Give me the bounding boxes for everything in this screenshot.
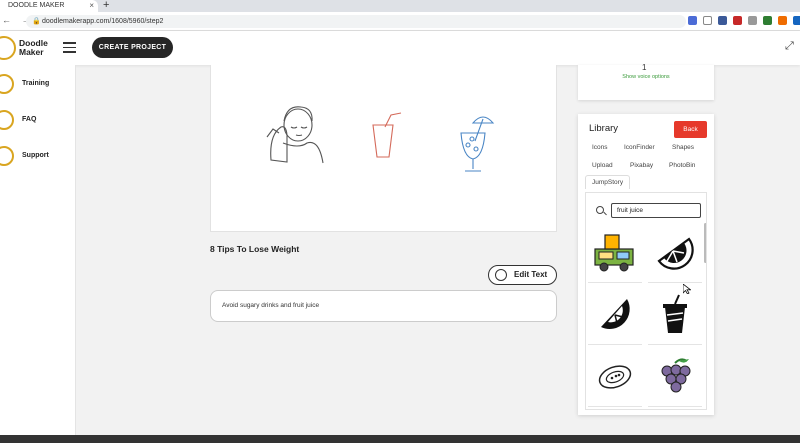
extension-blue-icon[interactable] [793, 16, 800, 25]
library-title: Library [589, 123, 619, 134]
boy-thinking-icon [266, 106, 324, 164]
new-tab-button[interactable]: + [103, 0, 109, 11]
sidebar-item-support[interactable]: Support [0, 146, 76, 168]
lock-icon: 🔒 [32, 18, 41, 25]
tab-close-icon[interactable]: × [89, 0, 94, 12]
result-juice-cup[interactable] [648, 285, 702, 345]
logo-line-2: Maker [19, 47, 44, 57]
show-voice-options-link[interactable]: Show voice options [578, 74, 714, 80]
sidebar-item-training[interactable]: Training [0, 74, 76, 96]
create-project-button[interactable]: CREATE PROJECT [92, 37, 173, 58]
orange-slice-icon [657, 237, 694, 270]
scene-title: 8 Tips To Lose Weight [210, 244, 300, 254]
extension-icons [688, 16, 800, 25]
scene-text-field[interactable]: Avoid sugary drinks and fruit juice [210, 290, 557, 322]
scene-canvas[interactable] [210, 65, 557, 232]
tab-pixabay[interactable]: Pixabay [630, 162, 653, 169]
tab-iconfinder[interactable]: IconFinder [624, 144, 655, 151]
star-icon[interactable] [703, 16, 712, 25]
juice-glass-icon [372, 112, 402, 158]
result-orange-slice[interactable] [648, 223, 702, 283]
results-scrollbar[interactable] [704, 223, 706, 263]
extension-gray-icon[interactable] [748, 16, 757, 25]
edit-text-label: Edit Text [514, 270, 548, 279]
logo[interactable]: Doodle Maker [19, 39, 48, 57]
edit-icon [495, 269, 507, 281]
result-orange-slice-black[interactable] [588, 285, 642, 345]
browser-tabbar: DOODLE MAKER × + [0, 0, 800, 12]
fullscreen-icon[interactable]: ⤢ [785, 40, 797, 52]
sidebar-item-label: FAQ [22, 116, 37, 123]
mouse-cursor-icon [683, 284, 691, 294]
sidebar-item-label: Support [22, 152, 49, 159]
result-papaya[interactable] [588, 347, 642, 407]
facebook-icon[interactable] [718, 16, 727, 25]
tab-upload[interactable]: Upload [592, 162, 613, 169]
extension-green-icon[interactable] [763, 16, 772, 25]
sidebar-item-label: Training [22, 80, 50, 87]
taskbar [0, 435, 800, 443]
library-panel: Library Back Icons IconFinder Shapes Upl… [578, 114, 714, 415]
food-truck-icon [594, 234, 634, 272]
tab-jumpstory[interactable]: JumpStory [585, 175, 631, 189]
cocktail-icon [460, 116, 495, 172]
voice-number: 1 [642, 63, 647, 72]
library-search-input[interactable] [611, 203, 701, 218]
tab-icons[interactable]: Icons [592, 144, 608, 151]
library-results [585, 192, 707, 410]
translate-icon[interactable] [688, 16, 697, 25]
url-field[interactable]: 🔒 doodlemakerapp.com/1608/5960/step2 [26, 15, 686, 28]
training-icon [0, 74, 14, 94]
edit-text-button[interactable]: Edit Text [488, 265, 557, 285]
menu-icon[interactable] [63, 42, 76, 53]
support-icon [0, 146, 14, 166]
back-button[interactable]: Back [674, 121, 707, 138]
logo-icon [0, 36, 16, 60]
orange-slice-black-icon [601, 299, 630, 329]
sidebar: Training FAQ Support [0, 65, 76, 435]
scene-illustration [266, 106, 495, 172]
extension-orange-icon[interactable] [778, 16, 787, 25]
faq-icon [0, 110, 14, 130]
sidebar-item-faq[interactable]: FAQ [0, 110, 76, 132]
voice-panel: 1 Show voice options [578, 63, 714, 100]
url-text: doodlemakerapp.com/1608/5960/step2 [42, 18, 164, 25]
papaya-icon [598, 365, 632, 389]
browser-tab[interactable]: DOODLE MAKER × [0, 0, 98, 12]
address-bar: ← → ↻ 🔒 doodlemakerapp.com/1608/5960/ste… [0, 12, 800, 31]
tab-title: DOODLE MAKER [8, 2, 65, 9]
extension-red-icon[interactable] [733, 16, 742, 25]
juice-cup-icon [663, 294, 687, 333]
tab-shapes[interactable]: Shapes [672, 144, 694, 151]
tab-photobin[interactable]: PhotoBin [669, 162, 695, 169]
result-grapes[interactable] [648, 347, 702, 407]
result-food-truck[interactable] [588, 223, 642, 283]
search-icon [596, 206, 604, 214]
grapes-icon [661, 358, 691, 393]
